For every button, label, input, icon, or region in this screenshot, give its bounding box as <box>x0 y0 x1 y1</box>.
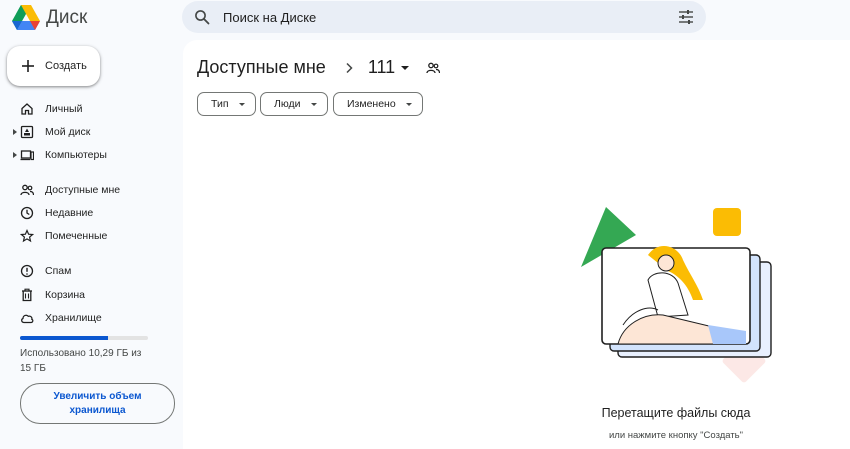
sidebar-item-my-drive[interactable]: Мой диск <box>0 121 180 143</box>
chevron-down-icon[interactable] <box>401 65 410 70</box>
main-content: Доступные мне 111 Тип Люди Изменено Пере… <box>183 40 850 449</box>
sidebar-item-label: Помеченные <box>45 230 108 242</box>
clock-icon <box>20 206 34 220</box>
plus-icon <box>22 60 34 72</box>
sidebar-item-recent[interactable]: Недавние <box>0 202 180 224</box>
sidebar-item-label: Компьютеры <box>45 149 107 161</box>
chevron-down-icon <box>310 102 317 106</box>
app-name: Диск <box>46 6 88 28</box>
cloud-icon <box>21 314 34 324</box>
chevron-down-icon <box>238 102 245 106</box>
search-bar[interactable]: Поиск на Диске <box>182 1 706 33</box>
expand-arrow-icon[interactable] <box>13 129 17 135</box>
sidebar-item-label: Недавние <box>45 207 94 219</box>
people-icon <box>20 184 34 196</box>
sidebar-item-label: Мой диск <box>45 126 91 138</box>
search-icon[interactable] <box>194 9 210 25</box>
shared-people-icon[interactable] <box>426 61 441 75</box>
create-button[interactable]: Создать <box>7 46 100 86</box>
sidebar-item-spam[interactable]: Спам <box>0 260 180 282</box>
breadcrumb-current[interactable]: 111 <box>368 57 395 78</box>
sidebar-item-label: Корзина <box>45 289 85 301</box>
drive-logo-icon <box>12 5 40 30</box>
storage-usage-fill <box>20 336 108 340</box>
trash-icon <box>22 288 32 302</box>
chevron-down-icon <box>405 102 412 106</box>
empty-state-illustration <box>581 207 772 383</box>
filter-label: Люди <box>274 98 301 110</box>
sidebar-item-trash[interactable]: Корзина <box>0 284 180 306</box>
sidebar-item-label: Доступные мне <box>45 184 121 196</box>
star-icon <box>20 229 34 243</box>
filter-label: Изменено <box>347 98 396 110</box>
expand-arrow-icon[interactable] <box>13 152 17 158</box>
sidebar-item-label: Хранилище <box>45 312 102 324</box>
storage-usage-bar <box>20 336 148 340</box>
sidebar-item-starred[interactable]: Помеченные <box>0 225 180 247</box>
search-input[interactable]: Поиск на Диске <box>223 10 316 25</box>
filter-type-chip[interactable]: Тип <box>197 92 256 116</box>
empty-state-subtitle: или нажмите кнопку "Создать" <box>608 430 744 441</box>
filter-options-icon[interactable] <box>678 9 694 25</box>
filter-people-chip[interactable]: Люди <box>260 92 328 116</box>
sidebar-item-label: Личный <box>45 103 83 115</box>
drive-logo[interactable]: Диск <box>12 5 87 30</box>
computer-icon <box>20 150 34 161</box>
upgrade-storage-button[interactable]: Увеличить объем хранилища <box>20 383 175 424</box>
sidebar-item-storage[interactable]: Хранилище <box>0 307 180 329</box>
spam-icon <box>20 264 34 278</box>
chevron-right-icon <box>346 62 353 73</box>
breadcrumb: Доступные мне 111 <box>197 57 441 78</box>
breadcrumb-parent[interactable]: Доступные мне <box>197 57 326 78</box>
sidebar-item-computers[interactable]: Компьютеры <box>0 144 180 166</box>
sidebar-item-label: Спам <box>45 265 72 277</box>
sidebar-item-personal[interactable]: Личный <box>0 98 180 120</box>
storage-usage-text: Использовано 10,29 ГБ из 15 ГБ <box>20 348 142 374</box>
sidebar-item-shared[interactable]: Доступные мне <box>0 179 180 201</box>
empty-state-title: Перетащите файлы сюда <box>601 406 751 420</box>
filter-label: Тип <box>211 98 229 110</box>
my-drive-icon <box>20 125 34 139</box>
home-icon <box>21 103 33 115</box>
filter-modified-chip[interactable]: Изменено <box>333 92 423 116</box>
create-button-label: Создать <box>45 60 87 72</box>
